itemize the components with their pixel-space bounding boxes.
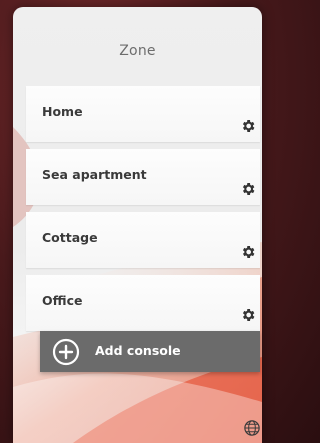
gear-icon[interactable] [240,244,256,260]
gear-icon[interactable] [240,118,256,134]
zone-item-label: Home [42,104,83,119]
zone-item-label: Sea apartment [42,167,147,182]
zone-item-label: Office [42,293,83,308]
zone-panel: Zone Home Sea apartment Cottage Office A… [13,7,262,443]
gear-icon[interactable] [240,181,256,197]
zone-item-home[interactable]: Home [26,86,260,142]
add-console-label: Add console [95,343,181,358]
zone-item-cottage[interactable]: Cottage [26,212,260,268]
zone-item-sea-apartment[interactable]: Sea apartment [26,149,260,205]
globe-icon[interactable] [243,419,261,437]
zone-list: Home Sea apartment Cottage Office [26,86,260,338]
zone-item-office[interactable]: Office [26,275,260,331]
gear-icon[interactable] [240,307,256,323]
page-title: Zone [119,43,156,59]
zone-item-label: Cottage [42,230,98,245]
plus-circle-icon [52,338,80,366]
add-console-button[interactable]: Add console [40,331,260,372]
